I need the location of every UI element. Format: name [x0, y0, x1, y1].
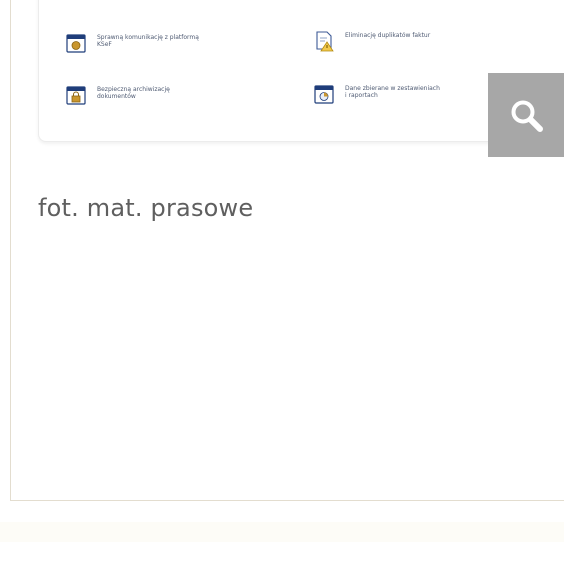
document-coin-icon [66, 34, 86, 53]
document-chart-icon [314, 85, 334, 104]
feature-label: Sprawną komunikację z platformą KSeF [97, 34, 199, 48]
feature-item: Eliminację duplikatów faktur [313, 30, 553, 52]
feature-label: Dane zbierane w zestawieniach i raportac… [345, 85, 440, 99]
feature-item: Sprawną komunikację z platformą KSeF [65, 32, 285, 54]
feature-item: Bezpieczną archiwizację dokumentów [65, 84, 285, 106]
feature-label: Bezpieczną archiwizację dokumentów [97, 86, 170, 100]
document-warning-icon [316, 31, 334, 52]
magnifier-icon [511, 100, 543, 132]
article-image[interactable]: Sprawną komunikację z platformą KSeF Eli… [38, 0, 564, 142]
zoom-button[interactable] [488, 73, 564, 157]
feature-label: Eliminację duplikatów faktur [345, 32, 431, 39]
bottom-band [0, 522, 564, 542]
page: Sprawną komunikację z platformą KSeF Eli… [0, 0, 564, 583]
image-caption: fot. mat. prasowe [38, 194, 254, 222]
document-lock-icon [66, 86, 86, 105]
image-top-strip [39, 0, 564, 2]
